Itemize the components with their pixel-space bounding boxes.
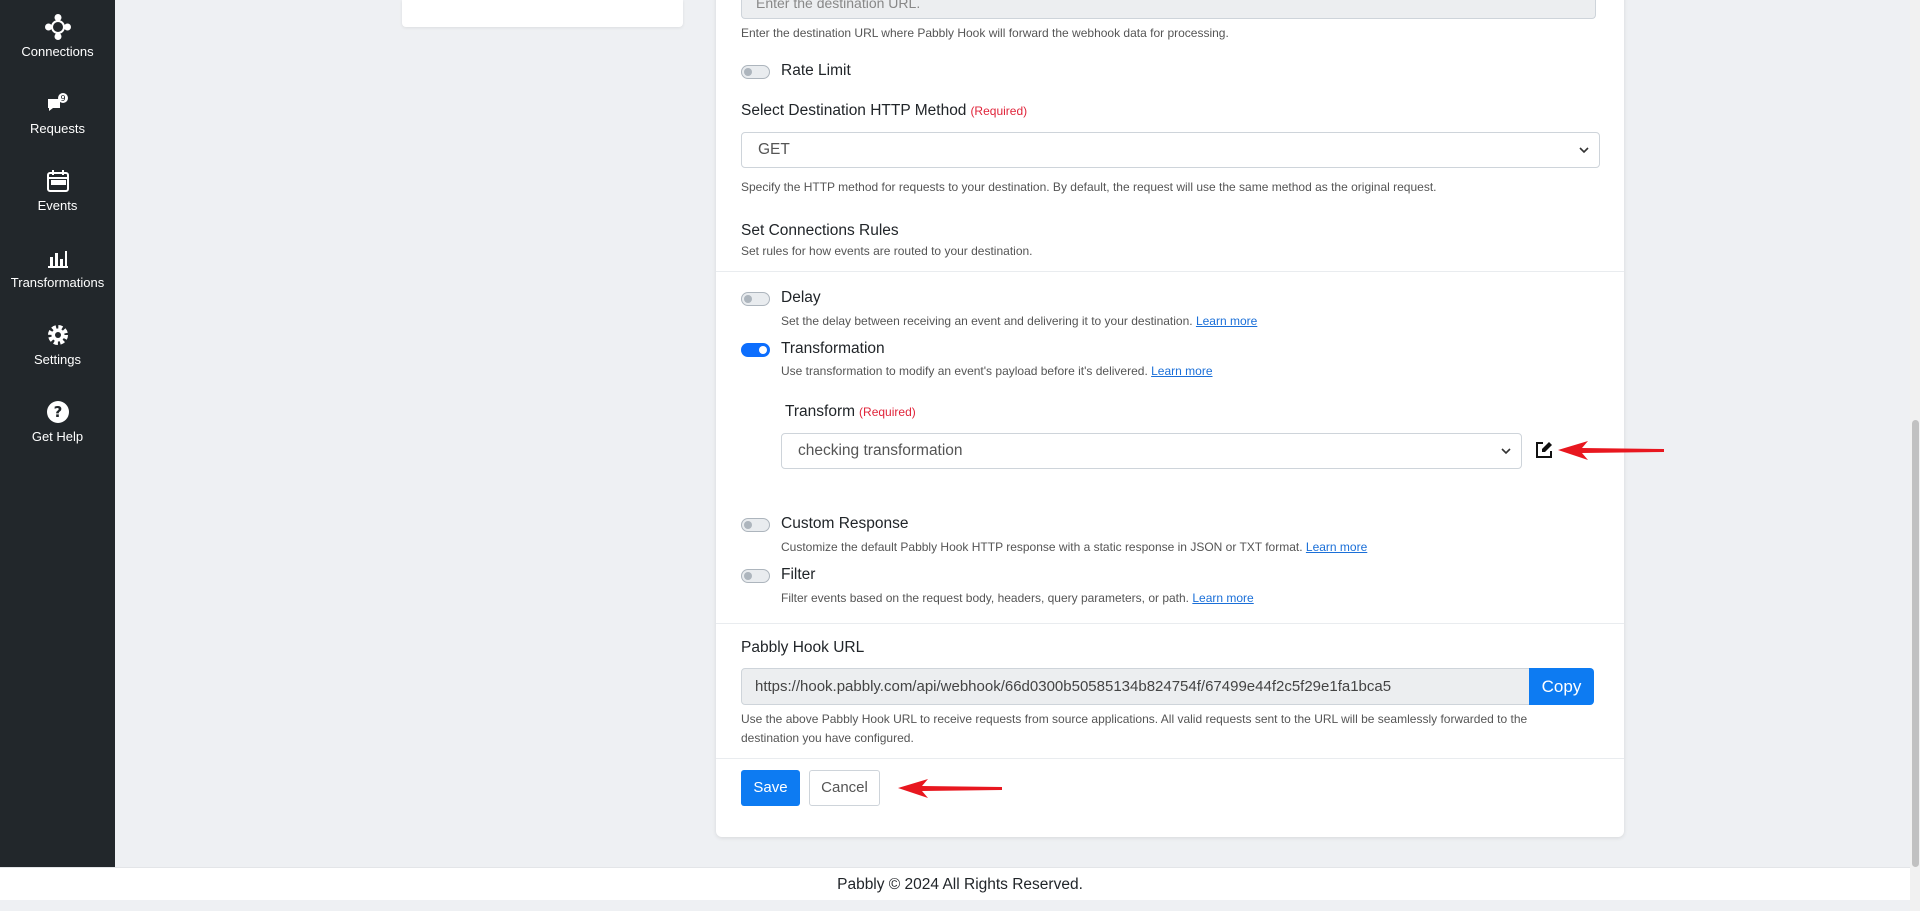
destination-url-help: Enter the destination URL where Pabbly H… — [741, 26, 1229, 40]
filter-help: Filter events based on the request body,… — [781, 591, 1254, 605]
delay-toggle[interactable] — [741, 292, 770, 306]
filter-learn-more-link[interactable]: Learn more — [1192, 591, 1253, 605]
transform-heading: Transform (Required) — [785, 403, 916, 421]
rules-title: Set Connections Rules — [741, 222, 899, 239]
divider — [716, 758, 1624, 759]
save-button[interactable]: Save — [741, 770, 800, 806]
sidebar-item-settings[interactable]: Settings — [0, 308, 115, 378]
transform-select[interactable]: checking transformation — [781, 433, 1522, 469]
annotation-arrow-icon — [1558, 441, 1664, 460]
hook-url-help-line: destination you have configured. — [741, 731, 914, 745]
chevron-down-icon — [1579, 147, 1589, 154]
transformation-learn-more-link[interactable]: Learn more — [1151, 364, 1212, 378]
custom-response-help: Customize the default Pabbly Hook HTTP r… — [781, 540, 1367, 554]
http-method-value: GET — [758, 141, 790, 158]
sidebar-item-label: Requests — [30, 121, 85, 136]
gear-icon — [47, 325, 68, 345]
chart-icon — [47, 251, 68, 268]
hook-url-label: Pabbly Hook URL — [741, 639, 865, 656]
rules-help: Set rules for how events are routed to y… — [741, 244, 1033, 258]
custom-response-learn-more-link[interactable]: Learn more — [1306, 540, 1367, 554]
sidebar-item-label: Get Help — [31, 429, 84, 444]
cancel-button[interactable]: Cancel — [809, 770, 880, 806]
connections-icon — [44, 14, 71, 40]
custom-response-help-text: Customize the default Pabbly Hook HTTP r… — [781, 540, 1303, 554]
sidebar-item-label: Transformations — [10, 275, 105, 290]
delay-label: Delay — [781, 289, 821, 306]
hook-url-input[interactable]: https://hook.pabbly.com/api/webhook/66d0… — [741, 668, 1530, 705]
filter-help-text: Filter events based on the request body,… — [781, 591, 1190, 605]
hook-url-help-line: Use the above Pabbly Hook URL to receive… — [741, 712, 1528, 726]
transformation-label: Transformation — [781, 340, 885, 357]
transformation-help-text: Use transformation to modify an event's … — [781, 364, 1148, 378]
filter-toggle[interactable] — [741, 569, 770, 583]
sidebar-item-label: Events — [37, 198, 78, 213]
footer-strip — [0, 900, 1920, 911]
calendar-icon — [46, 170, 69, 192]
transformation-help: Use transformation to modify an event's … — [781, 364, 1213, 378]
edit-icon[interactable] — [1534, 440, 1554, 460]
delay-help-text: Set the delay between receiving an event… — [781, 314, 1193, 328]
chevron-down-icon — [1501, 448, 1511, 455]
hook-url-help: Use the above Pabbly Hook URL to receive… — [741, 710, 1527, 748]
sidebar-item-label: Settings — [34, 352, 81, 367]
connection-form-card: Enter the destination URL. Enter the des… — [716, 0, 1664, 837]
sidebar-item-connections[interactable]: Connections — [0, 0, 115, 70]
http-method-help: Specify the HTTP method for requests to … — [741, 180, 1437, 194]
custom-response-toggle[interactable] — [741, 518, 770, 532]
sidebar-item-label: Connections — [21, 44, 94, 59]
scrollbar-thumb[interactable] — [1912, 420, 1919, 867]
requests-icon: 9 — [47, 93, 68, 111]
sidebar-item-events[interactable]: Events — [0, 154, 115, 224]
transform-value: checking transformation — [798, 442, 963, 459]
rate-limit-label: Rate Limit — [781, 62, 851, 79]
delay-learn-more-link[interactable]: Learn more — [1196, 314, 1257, 328]
footer: Pabbly © 2024 All Rights Reserved. — [0, 867, 1920, 901]
svg-text:?: ? — [53, 403, 62, 421]
footer-copyright: Pabbly © 2024 All Rights Reserved. — [837, 876, 1083, 893]
destination-url-placeholder: Enter the destination URL. — [756, 0, 921, 11]
help-icon: ? — [46, 401, 69, 423]
required-marker: (Required) — [970, 104, 1028, 118]
transform-label: Transform — [785, 403, 856, 420]
http-method-select[interactable]: GET — [741, 132, 1600, 168]
sidebar-item-requests[interactable]: 9 Requests — [0, 77, 115, 147]
annotation-arrow-icon — [898, 779, 1002, 798]
delay-help: Set the delay between receiving an event… — [781, 314, 1257, 328]
svg-text:9: 9 — [60, 94, 65, 103]
sidebar-item-transformations[interactable]: Transformations — [0, 231, 115, 301]
http-method-label: Select Destination HTTP Method — [741, 102, 967, 119]
divider — [716, 271, 1624, 272]
sidebar-item-get-help[interactable]: ? Get Help — [0, 385, 115, 455]
divider — [716, 623, 1624, 624]
transformation-toggle[interactable] — [741, 343, 770, 357]
custom-response-label: Custom Response — [781, 515, 909, 532]
destination-url-input[interactable]: Enter the destination URL. — [741, 0, 1596, 19]
http-method-heading: Select Destination HTTP Method (Required) — [741, 102, 1027, 120]
filter-label: Filter — [781, 566, 816, 583]
left-panel-card — [402, 0, 683, 27]
required-marker: (Required) — [859, 405, 916, 419]
sidebar: Connections 9 Requests Events Transforma… — [0, 0, 115, 867]
rate-limit-toggle[interactable] — [741, 65, 770, 79]
copy-button[interactable]: Copy — [1529, 668, 1594, 705]
